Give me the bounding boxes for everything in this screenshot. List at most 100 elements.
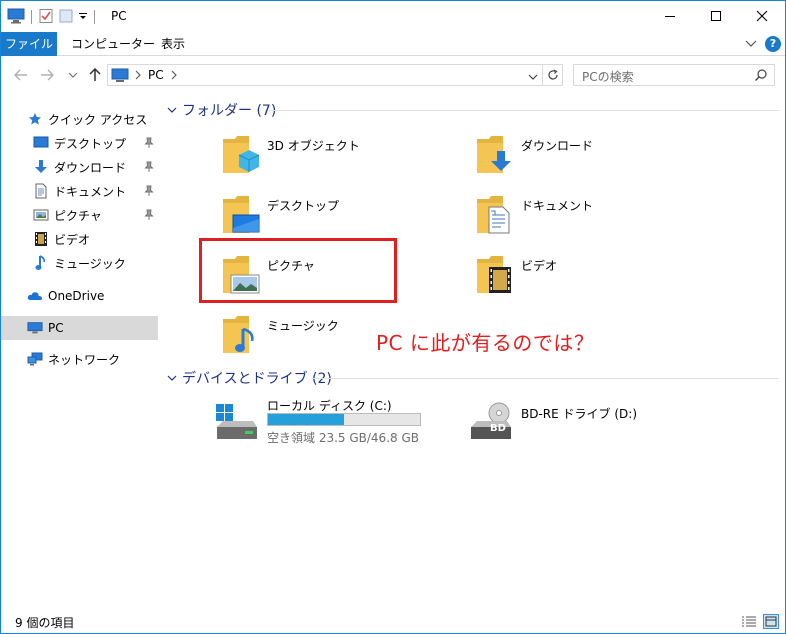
maximize-icon xyxy=(711,11,721,21)
folder-label: ドキュメント xyxy=(521,199,594,213)
address-dropdown-icon[interactable] xyxy=(528,70,538,84)
pin-icon[interactable] xyxy=(144,209,154,224)
nav-quick-access[interactable]: クイック アクセス xyxy=(1,107,158,131)
refresh-button[interactable] xyxy=(542,64,563,86)
new-folder-icon[interactable] xyxy=(58,8,74,27)
nav-onedrive[interactable]: OneDrive xyxy=(1,284,158,308)
drive-usage-fill xyxy=(268,414,344,425)
help-icon[interactable]: ? xyxy=(765,36,781,52)
properties-icon[interactable] xyxy=(38,8,54,27)
nav-pc[interactable]: PC xyxy=(1,316,158,340)
nav-label: ドキュメント xyxy=(54,184,127,199)
folder-label: デスクトップ xyxy=(267,199,340,213)
download-arrow-icon xyxy=(33,159,49,175)
forward-button[interactable] xyxy=(37,65,57,85)
status-bar: 9 個の項目 xyxy=(1,611,785,633)
nav-network[interactable]: ネットワーク xyxy=(1,347,158,371)
tab-computer[interactable]: コンピューター xyxy=(61,32,165,56)
breadcrumb-separator-icon xyxy=(134,68,142,85)
nav-item-desktop[interactable]: デスクトップ xyxy=(1,131,158,155)
expand-ribbon-icon[interactable] xyxy=(745,37,757,51)
nav-item-music[interactable]: ミュージック xyxy=(1,251,158,275)
drive-badge: BD xyxy=(490,423,506,434)
explorer-window: PC ファイル コンピューター 表示 ? PC PCの検索 クイック アクセス … xyxy=(0,0,786,634)
chevron-down-icon xyxy=(167,370,177,386)
up-button[interactable] xyxy=(85,65,105,85)
folder-label: 3D オブジェクト xyxy=(267,139,360,153)
group-divider xyxy=(311,378,779,379)
nav-item-videos[interactable]: ビデオ xyxy=(1,227,158,251)
folder-downloads[interactable]: ダウンロード xyxy=(475,129,715,185)
music-note-icon xyxy=(33,255,49,271)
nav-label: OneDrive xyxy=(48,289,105,303)
minimize-icon xyxy=(665,16,675,17)
folder-3d-objects[interactable]: 3D オブジェクト xyxy=(221,129,461,185)
nav-label: PC xyxy=(48,321,64,335)
group-divider xyxy=(269,110,779,111)
folder-videos-icon xyxy=(475,253,515,300)
nav-item-downloads[interactable]: ダウンロード xyxy=(1,155,158,179)
toolbar-separator xyxy=(94,10,95,24)
nav-label: ピクチャ xyxy=(54,208,102,223)
address-bar[interactable]: PC xyxy=(107,64,543,86)
hard-drive-icon xyxy=(215,403,259,446)
details-view-icon[interactable] xyxy=(741,615,757,632)
forward-arrow-icon xyxy=(41,69,54,81)
folder-videos[interactable]: ビデオ xyxy=(475,249,715,305)
group-title: フォルダー (7) xyxy=(182,103,277,119)
title-bar: PC xyxy=(1,1,785,32)
maximize-button[interactable] xyxy=(693,1,739,31)
qat-dropdown-icon[interactable] xyxy=(78,10,88,25)
drive-usage-bar xyxy=(267,413,421,426)
film-icon xyxy=(33,231,49,247)
back-arrow-icon xyxy=(14,69,27,81)
folder-desktop[interactable]: デスクトップ xyxy=(221,189,461,245)
drive-name: ローカル ディスク (C:) xyxy=(267,399,392,413)
highlight-box xyxy=(199,238,397,303)
pc-icon xyxy=(27,320,43,336)
nav-label: ビデオ xyxy=(54,232,91,247)
folder-documents[interactable]: ドキュメント xyxy=(475,189,715,245)
drive-d[interactable]: BD BD-RE ドライブ (D:) xyxy=(469,397,689,447)
picture-icon xyxy=(33,207,49,223)
folder-desktop-icon xyxy=(221,193,261,240)
pin-icon[interactable] xyxy=(144,185,154,200)
drive-free-space: 空き領域 23.5 GB/46.8 GB xyxy=(267,431,419,445)
network-icon xyxy=(27,351,43,367)
recent-locations-button[interactable] xyxy=(63,65,83,85)
nav-label: クイック アクセス xyxy=(48,112,148,127)
back-button[interactable] xyxy=(11,65,31,85)
tab-view[interactable]: 表示 xyxy=(151,32,195,56)
folders-group-header[interactable]: フォルダー (7) xyxy=(167,99,276,121)
tab-file[interactable]: ファイル xyxy=(1,32,57,56)
nav-label: ネットワーク xyxy=(48,352,121,367)
breadcrumb-pc[interactable]: PC xyxy=(148,68,164,82)
minimize-button[interactable] xyxy=(647,1,693,31)
folder-label: ダウンロード xyxy=(521,139,594,153)
nav-item-pictures[interactable]: ピクチャ xyxy=(1,203,158,227)
chevron-down-icon xyxy=(68,72,78,78)
close-icon xyxy=(756,10,768,22)
ribbon-controls: ? xyxy=(745,36,781,52)
nav-item-documents[interactable]: ドキュメント xyxy=(1,179,158,203)
star-icon xyxy=(27,111,43,127)
annotation-text: PC に此が有るのでは？ xyxy=(376,331,595,355)
search-placeholder: PCの検索 xyxy=(582,70,634,84)
breadcrumb-separator-icon[interactable] xyxy=(170,68,178,85)
document-icon xyxy=(33,183,49,199)
search-box[interactable]: PCの検索 xyxy=(573,64,775,86)
folder-label: ビデオ xyxy=(521,259,558,273)
pin-icon[interactable] xyxy=(144,137,154,152)
item-count: 9 個の項目 xyxy=(15,616,75,630)
close-button[interactable] xyxy=(739,1,785,31)
pc-icon xyxy=(111,68,129,86)
chevron-down-icon xyxy=(167,102,177,118)
drives-group-header[interactable]: デバイスとドライブ (2) xyxy=(167,367,332,389)
toolbar-separator xyxy=(31,10,32,24)
large-icons-view-icon[interactable] xyxy=(763,614,779,629)
pin-icon[interactable] xyxy=(144,161,154,176)
cloud-icon xyxy=(27,288,43,304)
navigation-pane: クイック アクセス デスクトップ ダウンロード ドキュメント ピクチャ ビデオ … xyxy=(1,93,159,609)
folder-label: ミュージック xyxy=(267,319,339,333)
refresh-icon xyxy=(547,69,558,80)
